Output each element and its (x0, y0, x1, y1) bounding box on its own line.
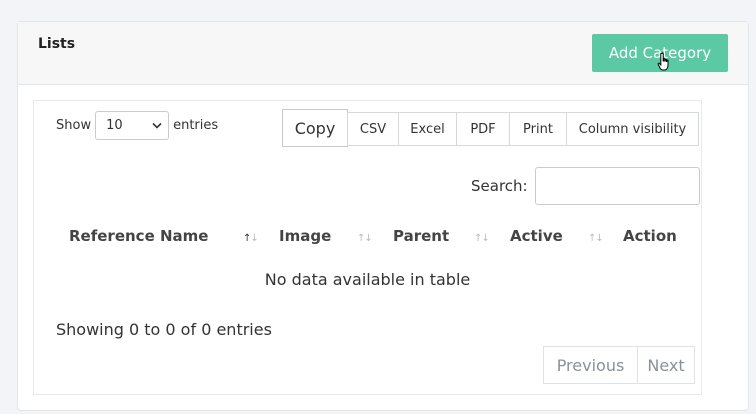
sort-icon[interactable]: ↑↓ (357, 233, 373, 244)
column-header-image[interactable]: Image (279, 227, 331, 245)
page-background-strip (0, 0, 18, 414)
card-title: Lists (38, 36, 76, 52)
print-button[interactable]: Print (509, 112, 567, 146)
search-row: Search: (471, 167, 700, 205)
column-header-parent[interactable]: Parent (393, 227, 449, 245)
sort-icon[interactable]: ↑↓ (588, 233, 604, 244)
table-info-text: Showing 0 to 0 of 0 entries (56, 320, 272, 339)
search-input[interactable] (534, 167, 700, 205)
entries-select-value: 10 (106, 117, 123, 133)
copy-button[interactable]: Copy (282, 109, 348, 147)
previous-page-button[interactable]: Previous (543, 346, 638, 384)
column-header-active[interactable]: Active (510, 227, 563, 245)
entries-select[interactable]: 10 (95, 110, 170, 140)
sort-icon[interactable]: ↑↓ (474, 233, 490, 244)
chevron-down-icon (152, 122, 162, 129)
pdf-button[interactable]: PDF (456, 112, 510, 146)
sort-icon[interactable]: ↑↓ (243, 233, 259, 244)
column-header-action: Action (623, 227, 677, 245)
table-header-row: Reference Name ↑↓ Image ↑↓ Parent ↑↓ Act… (34, 227, 701, 251)
column-visibility-button[interactable]: Column visibility (566, 112, 699, 146)
search-label: Search: (471, 177, 528, 195)
column-header-reference-name[interactable]: Reference Name (69, 227, 208, 245)
card-header: Lists Add Category (18, 22, 748, 85)
empty-table-message: No data available in table (264, 270, 471, 289)
pagination: Previous Next (543, 346, 695, 384)
excel-button[interactable]: Excel (398, 112, 457, 146)
csv-button[interactable]: CSV (347, 112, 399, 146)
length-menu: Show 10 entries (56, 110, 218, 140)
hand-cursor-icon (657, 52, 669, 71)
entries-label: entries (173, 117, 219, 133)
export-button-group: Copy CSV Excel PDF Print Column visibili… (282, 109, 699, 147)
next-page-button[interactable]: Next (637, 346, 695, 384)
show-label: Show (56, 117, 92, 133)
lists-card: Lists Add Category Show 10 entries Copy … (17, 21, 749, 411)
datatable-panel: Show 10 entries Copy CSV Excel PDF Print… (33, 100, 702, 395)
